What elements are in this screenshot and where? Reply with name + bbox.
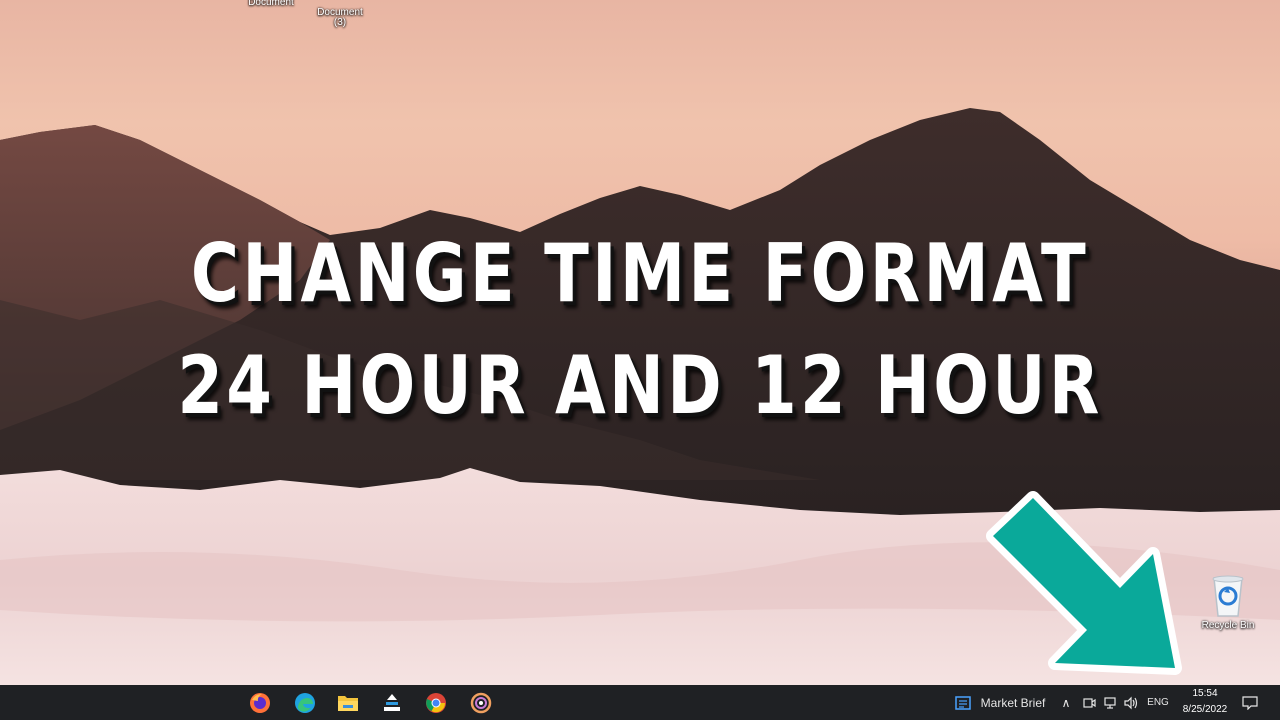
notification-icon [1242, 695, 1258, 710]
language-label: ENG [1147, 697, 1169, 708]
chrome-icon [426, 693, 446, 713]
news-icon [954, 695, 971, 710]
recycle-bin-icon [1212, 575, 1244, 617]
chevron-up-icon: ∧ [1061, 695, 1071, 710]
show-hidden-icons-button[interactable]: ∧ [1058, 685, 1074, 720]
recycle-bin-label: Recycle Bin [1201, 620, 1255, 631]
taskbar: Market Brief ∧ ENG 15:54 8/25/2022 [0, 685, 1280, 720]
taskbar-app-media[interactable] [461, 689, 501, 717]
taskbar-app-file-explorer[interactable] [328, 689, 368, 717]
meet-now-icon [1083, 697, 1096, 708]
tray-meet-now[interactable] [1080, 685, 1098, 720]
taskbar-app-store[interactable] [372, 689, 412, 717]
overlay-title-line-2: 24 HOUR AND 12 HOUR [177, 339, 1103, 432]
desktop-icon-document[interactable]: Document [238, 0, 304, 8]
tray-network[interactable] [1101, 685, 1119, 720]
tray-clock[interactable]: 15:54 8/25/2022 [1175, 685, 1235, 720]
desktop-icon-label: Document [248, 0, 294, 8]
overlay-title: CHANGE TIME FORMAT 24 HOUR AND 12 HOUR [115, 218, 1165, 442]
arrow-down-right-icon [986, 491, 1182, 675]
edge-icon [295, 693, 315, 713]
firefox-icon [250, 693, 270, 713]
volume-icon [1124, 696, 1138, 709]
tray-language[interactable]: ENG [1143, 685, 1173, 720]
news-widget[interactable]: Market Brief [948, 685, 1052, 720]
tray-volume[interactable] [1122, 685, 1140, 720]
folder-icon [338, 696, 358, 711]
desktop-icon-document-3[interactable]: Document (3) [308, 0, 372, 28]
overlay-title-line-1: CHANGE TIME FORMAT [190, 227, 1090, 320]
taskbar-app-firefox[interactable] [240, 689, 280, 717]
taskbar-app-chrome[interactable] [416, 689, 456, 717]
taskbar-app-edge[interactable] [285, 689, 325, 717]
action-center-button[interactable] [1238, 685, 1262, 720]
clock-date: 8/25/2022 [1182, 704, 1228, 715]
media-icon [470, 692, 492, 714]
clock-time: 15:54 [1192, 688, 1218, 699]
store-icon [384, 694, 400, 711]
desktop: Document Document (3) CHANGE TIME FORMAT… [0, 0, 1280, 685]
desktop-icon-label: Document (3) [317, 7, 363, 28]
news-widget-label: Market Brief [980, 695, 1046, 710]
network-icon [1104, 696, 1116, 709]
